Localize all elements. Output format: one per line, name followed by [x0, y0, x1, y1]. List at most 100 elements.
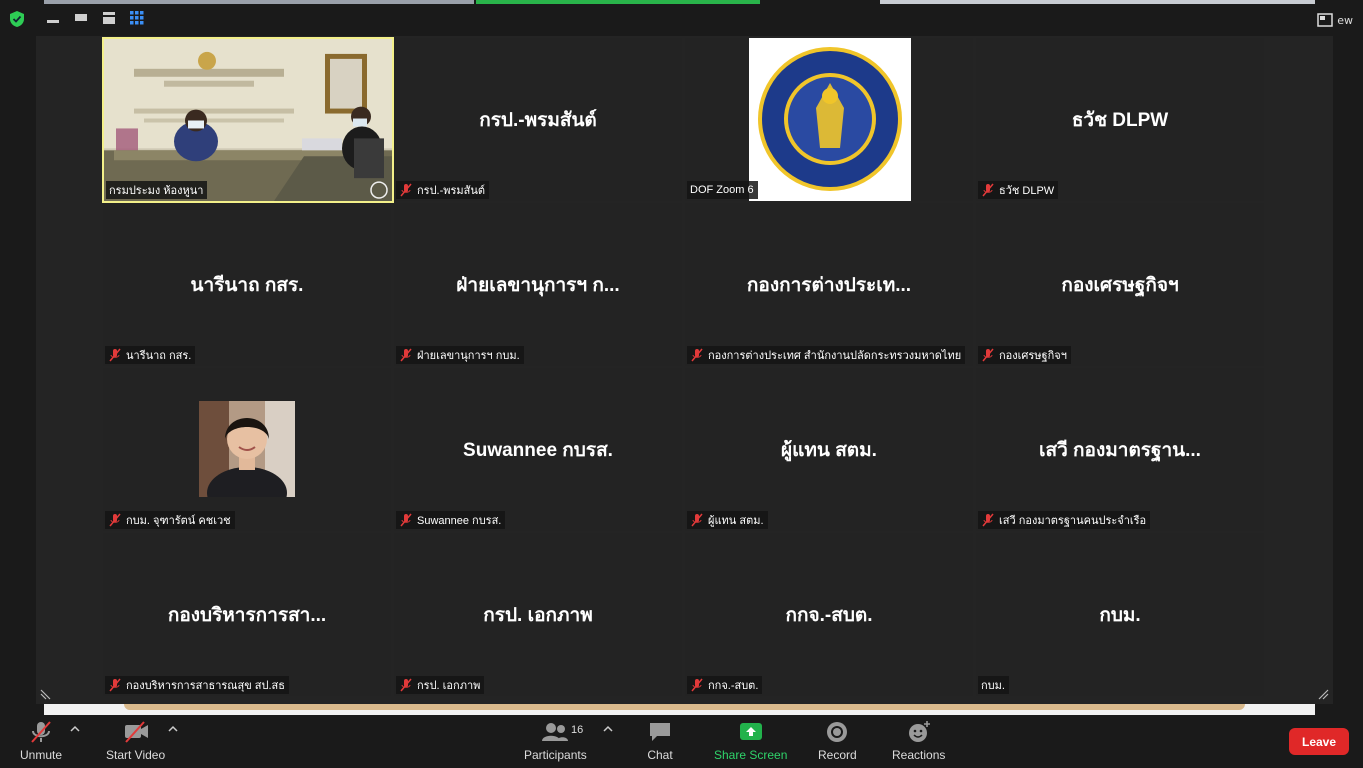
left-edge	[0, 36, 36, 716]
start-video-label: Start Video	[106, 748, 166, 762]
participant-name: ผู้แทน สตม.	[708, 515, 764, 527]
chat-label: Chat	[647, 748, 673, 762]
share-indicator-strip-right	[880, 0, 1315, 4]
participant-tile[interactable]: กกจ.-สบต. กกจ.-สบต.	[685, 533, 973, 696]
participant-name: กบม. จุฑารัตน์ คชเวช	[126, 515, 231, 527]
shield-check-icon[interactable]	[8, 10, 26, 28]
minimize-icon[interactable]	[44, 10, 62, 26]
participant-name: กบม.	[981, 680, 1005, 692]
participant-display-name: กองเศรษฐกิจฯ	[1061, 274, 1179, 296]
participant-name-tag: กกจ.-สบต.	[687, 676, 763, 694]
record-icon	[827, 722, 848, 742]
chat-icon	[650, 723, 670, 741]
participant-name: กองการต่างประเทศ สำนักงานปลัดกระทรวงมหาด…	[708, 350, 962, 362]
department-of-fisheries-logo	[749, 38, 911, 201]
record-button[interactable]: Record	[818, 720, 857, 762]
participant-tile[interactable]: กรมประมง ห้องหูนา	[102, 37, 394, 203]
participant-tile[interactable]: เสวี กองมาตรฐาน... เสวี กองมาตรฐานคนประจ…	[976, 368, 1264, 531]
participant-name-tag: กบม.	[978, 676, 1009, 694]
view-options-label: ew	[1337, 13, 1353, 27]
participant-name-tag: ฝ่ายเลขานุการฯ กบม.	[396, 346, 524, 364]
participant-name-tag: กองบริหารการสาธารณสุข สป.สธ	[105, 676, 289, 694]
participant-tile[interactable]: ธวัช DLPW ธวัช DLPW	[976, 38, 1264, 201]
participant-name: เสวี กองมาตรฐานคนประจำเรือ	[999, 515, 1147, 527]
chat-button[interactable]: Chat	[647, 720, 673, 762]
participant-tile[interactable]: กบม. กบม.	[976, 533, 1264, 696]
participant-tile[interactable]: นารีนาถ กสร. นารีนาถ กสร.	[103, 203, 391, 366]
participant-tile[interactable]: ผู้แทน สตม. ผู้แทน สตม.	[685, 368, 973, 531]
share-indicator-strip	[476, 0, 760, 4]
reactions-button[interactable]: Reactions	[892, 720, 945, 762]
reactions-icon	[908, 721, 930, 742]
participant-name-tag: กองการต่างประเทศ สำนักงานปลัดกระทรวงมหาด…	[687, 346, 966, 364]
participants-label: Participants	[524, 748, 587, 762]
participant-name-tag: ผู้แทน สตม.	[687, 511, 768, 529]
right-edge	[1333, 36, 1363, 716]
participant-tile[interactable]: กองเศรษฐกิจฯ กองเศรษฐกิจฯ	[976, 203, 1264, 366]
participant-tile[interactable]: DOF Zoom 6	[685, 38, 973, 201]
muted-mic-icon	[400, 348, 412, 362]
participant-tile[interactable]: กรป. เอกภาพ กรป. เอกภาพ	[394, 533, 682, 696]
participant-name: กองบริหารการสาธารณสุข สป.สธ	[126, 680, 285, 692]
muted-mic-icon	[109, 678, 121, 692]
participant-name-tag: ธวัช DLPW	[978, 181, 1059, 199]
participant-display-name: กองการต่างประเท...	[746, 274, 912, 296]
participant-name-tag: กองเศรษฐกิจฯ	[978, 346, 1071, 364]
resize-handle-right-icon[interactable]	[1317, 688, 1329, 700]
participant-tile[interactable]: กรป.-พรมสันต์ กรป.-พรมสันต์	[394, 38, 682, 201]
speaker-view-icon[interactable]	[100, 10, 118, 26]
participant-name-tag: เสวี กองมาตรฐานคนประจำเรือ	[978, 511, 1151, 529]
participant-name-tag: กรมประมง ห้องหูนา	[106, 181, 208, 199]
participants-icon	[542, 723, 569, 741]
participant-video	[104, 39, 392, 201]
unmute-button[interactable]: Unmute	[20, 720, 62, 762]
gallery-view-icon[interactable]	[128, 10, 146, 26]
share-screen-icon	[739, 723, 762, 740]
muted-mic-icon	[982, 513, 994, 527]
participant-name: กรป.-พรมสันต์	[417, 185, 486, 197]
participant-name: ฝ่ายเลขานุการฯ กบม.	[417, 350, 520, 362]
meeting-controls-toolbar: Unmute Start Video Participants 16 Chat	[0, 715, 1363, 768]
participant-tile[interactable]: กองบริหารการสา... กองบริหารการสาธารณสุข …	[103, 533, 391, 696]
participant-name-tag: นารีนาถ กสร.	[105, 346, 196, 364]
participant-name: ธวัช DLPW	[999, 185, 1055, 197]
participant-display-name: กรป.-พรมสันต์	[479, 109, 597, 131]
participant-tile[interactable]: กองการต่างประเท... กองการต่างประเทศ สำนั…	[685, 203, 973, 366]
participant-name: กกจ.-สบต.	[708, 680, 759, 692]
participant-name-tag: กบม. จุฑารัตน์ คชเวช	[105, 511, 235, 529]
muted-mic-icon	[109, 513, 121, 527]
chevron-up-icon[interactable]	[168, 725, 178, 733]
participant-tile[interactable]: ฝ่ายเลขานุการฯ ก... ฝ่ายเลขานุการฯ กบม.	[394, 203, 682, 366]
leave-button[interactable]: Leave	[1289, 728, 1349, 755]
meeting-top-bar: ew	[0, 0, 1363, 36]
strip-view-icon[interactable]	[72, 10, 90, 26]
participant-display-name: นารีนาถ กสร.	[190, 274, 304, 296]
chevron-up-icon[interactable]	[70, 725, 80, 733]
muted-mic-icon	[982, 348, 994, 362]
share-screen-button[interactable]: Share Screen	[714, 720, 787, 762]
start-video-button[interactable]: Start Video	[106, 720, 165, 762]
share-indicator-strip-left	[44, 0, 474, 4]
muted-mic-icon	[400, 513, 412, 527]
shared-content-peek	[44, 704, 1315, 715]
video-off-icon	[124, 721, 148, 743]
muted-mic-icon	[691, 513, 703, 527]
participant-name: กรมประมง ห้องหูนา	[109, 185, 204, 197]
unmute-label: Unmute	[20, 748, 63, 762]
gallery-stage: กรมประมง ห้องหูนา กรป.-พรมสันต์ กรป.-พรม…	[36, 36, 1333, 704]
participant-display-name: กกจ.-สบต.	[785, 604, 873, 626]
participant-name: กองเศรษฐกิจฯ	[999, 350, 1067, 362]
participant-name: กรป. เอกภาพ	[417, 680, 481, 692]
participant-display-name: ฝ่ายเลขานุการฯ ก...	[456, 274, 620, 296]
participant-photo	[199, 401, 295, 497]
chevron-up-icon[interactable]	[603, 725, 613, 733]
participant-display-name: กรป. เอกภาพ	[483, 604, 593, 626]
participant-name: Suwannee กบรส.	[417, 515, 502, 527]
muted-mic-icon	[400, 678, 412, 692]
participant-tile[interactable]: กบม. จุฑารัตน์ คชเวช	[103, 368, 391, 531]
view-options-button[interactable]: ew	[1317, 10, 1353, 30]
resize-handle-left-icon[interactable]	[40, 688, 52, 700]
participant-display-name: ธวัช DLPW	[1071, 109, 1169, 131]
participant-name-tag: กรป. เอกภาพ	[396, 676, 485, 694]
participant-tile[interactable]: Suwannee กบรส. Suwannee กบรส.	[394, 368, 682, 531]
